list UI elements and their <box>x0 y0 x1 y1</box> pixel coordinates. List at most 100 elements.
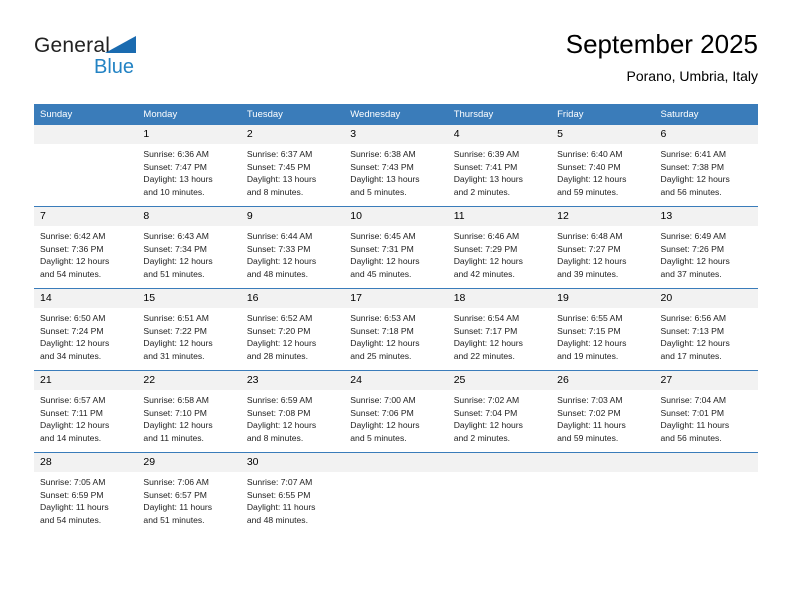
weekday-header-wednesday: Wednesday <box>344 104 448 125</box>
calendar-day-cell[interactable]: 12 Sunrise: 6:48 AM Sunset: 7:27 PM Dayligh… <box>551 206 655 289</box>
calendar-day-cell[interactable]: 2 Sunrise: 6:37 AM Sunset: 7:45 PM Daylight… <box>240 125 345 207</box>
sunset-time: Sunset: 7:34 PM <box>143 243 207 254</box>
daylight-duration-line1: Daylight: 13 hours <box>246 174 317 185</box>
calendar-day-cell[interactable]: 3 Sunrise: 6:38 AM Sunset: 7:43 PM Daylight… <box>344 125 448 207</box>
calendar-day-cell[interactable]: 28 Sunrise: 7:05 AM Sunset: 6:59 PM Dayligh… <box>34 452 138 534</box>
sunset-time: Sunset: 7:24 PM <box>40 325 104 336</box>
day-number: 17 <box>344 289 448 308</box>
weekday-header-thursday: Thursday <box>447 104 552 125</box>
daylight-duration-line2: and 2 minutes. <box>453 186 511 197</box>
daylight-duration-line2: and 10 minutes. <box>143 186 205 197</box>
calendar-day-cell[interactable]: 8 Sunrise: 6:43 AM Sunset: 7:34 PM Daylight… <box>137 206 241 289</box>
daylight-duration-line2: and 8 minutes. <box>246 186 304 197</box>
daylight-duration-line2: and 22 minutes. <box>453 350 515 361</box>
sunset-time: Sunset: 7:18 PM <box>350 325 414 336</box>
sunrise-time: Sunrise: 6:37 AM <box>246 149 313 159</box>
day-number: 1 <box>137 125 241 144</box>
daylight-duration-line1: Daylight: 12 hours <box>660 174 730 185</box>
calendar-day-cell[interactable]: 30 Sunrise: 7:07 AM Sunset: 6:55 PM Dayligh… <box>240 452 345 534</box>
day-number: 28 <box>34 453 138 472</box>
calendar-week-row: 1 Sunrise: 6:36 AM Sunset: 7:47 PM Daylight… <box>34 125 758 207</box>
daylight-duration-line1: Daylight: 13 hours <box>143 174 213 185</box>
day-number <box>34 125 138 144</box>
calendar-day-cell[interactable]: 20 Sunrise: 6:56 AM Sunset: 7:13 PM Dayligh… <box>654 288 758 371</box>
calendar-day-cell-empty <box>34 125 138 207</box>
calendar-day-cell[interactable]: 13 Sunrise: 6:49 AM Sunset: 7:26 PM Dayligh… <box>654 206 758 289</box>
daylight-duration-line1: Daylight: 11 hours <box>660 420 730 431</box>
day-number <box>447 453 552 472</box>
day-details: Sunrise: 6:49 AM Sunset: 7:26 PM Daylight:… <box>655 226 758 288</box>
day-details: Sunrise: 7:02 AM Sunset: 7:04 PM Daylight:… <box>448 390 551 452</box>
sunrise-time: Sunrise: 6:59 AM <box>246 395 313 405</box>
calendar-day-cell[interactable]: 7 Sunrise: 6:42 AM Sunset: 7:36 PM Daylight… <box>34 206 138 289</box>
day-details: Sunrise: 6:37 AM Sunset: 7:45 PM Daylight:… <box>241 144 344 206</box>
sunset-time: Sunset: 7:04 PM <box>453 407 518 418</box>
sunrise-time: Sunrise: 6:56 AM <box>660 313 726 323</box>
daylight-duration-line1: Daylight: 12 hours <box>246 256 317 267</box>
day-details: Sunrise: 6:42 AM Sunset: 7:36 PM Daylight:… <box>34 226 137 288</box>
calendar-week-row: 21 Sunrise: 6:57 AM Sunset: 7:11 PM Dayligh… <box>34 370 758 453</box>
calendar-day-cell[interactable]: 17 Sunrise: 6:53 AM Sunset: 7:18 PM Dayligh… <box>344 288 448 371</box>
sunset-time: Sunset: 7:29 PM <box>453 243 518 254</box>
calendar-day-cell[interactable]: 23 Sunrise: 6:59 AM Sunset: 7:08 PM Dayligh… <box>240 370 345 453</box>
daylight-duration-line2: and 31 minutes. <box>143 350 205 361</box>
calendar-day-cell[interactable]: 24 Sunrise: 7:00 AM Sunset: 7:06 PM Dayligh… <box>344 370 448 453</box>
daylight-duration-line1: Daylight: 11 hours <box>143 502 213 513</box>
calendar-day-cell[interactable]: 9 Sunrise: 6:44 AM Sunset: 7:33 PM Daylight… <box>240 206 345 289</box>
calendar-day-cell[interactable]: 21 Sunrise: 6:57 AM Sunset: 7:11 PM Dayligh… <box>34 370 138 453</box>
sunset-time: Sunset: 7:36 PM <box>40 243 104 254</box>
daylight-duration-line1: Daylight: 12 hours <box>660 338 730 349</box>
day-number: 22 <box>137 371 241 390</box>
daylight-duration-line2: and 51 minutes. <box>143 268 205 279</box>
page-subtitle: Porano, Umbria, Italy <box>626 68 759 84</box>
generalblue-logo[interactable]: General Blue <box>34 34 214 86</box>
daylight-duration-line1: Daylight: 12 hours <box>40 338 110 349</box>
calendar-grid: Sunday Monday Tuesday Wednesday Thursday… <box>34 104 758 534</box>
sunset-time: Sunset: 7:06 PM <box>350 407 414 418</box>
calendar-day-cell-empty <box>447 452 552 534</box>
calendar-body: 1 Sunrise: 6:36 AM Sunset: 7:47 PM Daylight… <box>34 125 758 534</box>
calendar-day-cell[interactable]: 25 Sunrise: 7:02 AM Sunset: 7:04 PM Dayligh… <box>447 370 552 453</box>
sunrise-time: Sunrise: 6:54 AM <box>453 313 520 323</box>
calendar-day-cell[interactable]: 4 Sunrise: 6:39 AM Sunset: 7:41 PM Daylight… <box>447 125 552 207</box>
sunset-time: Sunset: 6:57 PM <box>143 489 207 500</box>
weekday-header-friday: Friday <box>551 104 655 125</box>
sunrise-time: Sunrise: 6:45 AM <box>350 231 416 241</box>
day-number: 13 <box>654 207 758 226</box>
sunset-time: Sunset: 7:38 PM <box>660 161 725 172</box>
calendar-day-cell[interactable]: 1 Sunrise: 6:36 AM Sunset: 7:47 PM Daylight… <box>137 125 241 207</box>
day-number: 23 <box>240 371 345 390</box>
daylight-duration-line2: and 54 minutes. <box>40 514 102 525</box>
calendar-day-cell[interactable]: 6 Sunrise: 6:41 AM Sunset: 7:38 PM Daylight… <box>654 125 758 207</box>
day-number: 27 <box>654 371 758 390</box>
daylight-duration-line1: Daylight: 12 hours <box>143 338 213 349</box>
daylight-duration-line2: and 48 minutes. <box>246 514 308 525</box>
day-number <box>344 453 448 472</box>
calendar-day-cell[interactable]: 19 Sunrise: 6:55 AM Sunset: 7:15 PM Dayligh… <box>551 288 655 371</box>
calendar-day-cell[interactable]: 26 Sunrise: 7:03 AM Sunset: 7:02 PM Dayligh… <box>551 370 655 453</box>
day-details: Sunrise: 6:57 AM Sunset: 7:11 PM Daylight:… <box>34 390 137 452</box>
sunset-time: Sunset: 6:59 PM <box>40 489 104 500</box>
daylight-duration-line1: Daylight: 12 hours <box>453 256 523 267</box>
calendar-day-cell[interactable]: 14 Sunrise: 6:50 AM Sunset: 7:24 PM Dayligh… <box>34 288 138 371</box>
calendar-day-cell[interactable]: 11 Sunrise: 6:46 AM Sunset: 7:29 PM Dayligh… <box>447 206 552 289</box>
sunset-time: Sunset: 7:01 PM <box>660 407 725 418</box>
day-number: 9 <box>240 207 345 226</box>
calendar-day-cell[interactable]: 22 Sunrise: 6:58 AM Sunset: 7:10 PM Dayligh… <box>137 370 241 453</box>
day-number: 2 <box>240 125 345 144</box>
calendar-day-cell[interactable]: 10 Sunrise: 6:45 AM Sunset: 7:31 PM Dayligh… <box>344 206 448 289</box>
sunset-time: Sunset: 7:45 PM <box>246 161 311 172</box>
calendar-day-cell[interactable]: 16 Sunrise: 6:52 AM Sunset: 7:20 PM Dayligh… <box>240 288 345 371</box>
day-number: 18 <box>447 289 552 308</box>
calendar-day-cell[interactable]: 18 Sunrise: 6:54 AM Sunset: 7:17 PM Dayligh… <box>447 288 552 371</box>
calendar-day-cell[interactable]: 29 Sunrise: 7:06 AM Sunset: 6:57 PM Dayligh… <box>137 452 241 534</box>
calendar-page: General Blue September 2025 Porano, Umbr… <box>0 0 792 612</box>
calendar-day-cell[interactable]: 5 Sunrise: 6:40 AM Sunset: 7:40 PM Daylight… <box>551 125 655 207</box>
calendar-day-cell[interactable]: 15 Sunrise: 6:51 AM Sunset: 7:22 PM Dayligh… <box>137 288 241 371</box>
page-title: September 2025 <box>565 29 758 59</box>
calendar-day-cell[interactable]: 27 Sunrise: 7:04 AM Sunset: 7:01 PM Dayligh… <box>654 370 758 453</box>
daylight-duration-line1: Daylight: 12 hours <box>557 338 627 349</box>
calendar-day-cell-empty <box>654 452 758 534</box>
sunrise-time: Sunrise: 6:50 AM <box>40 313 106 323</box>
day-details <box>448 472 551 534</box>
